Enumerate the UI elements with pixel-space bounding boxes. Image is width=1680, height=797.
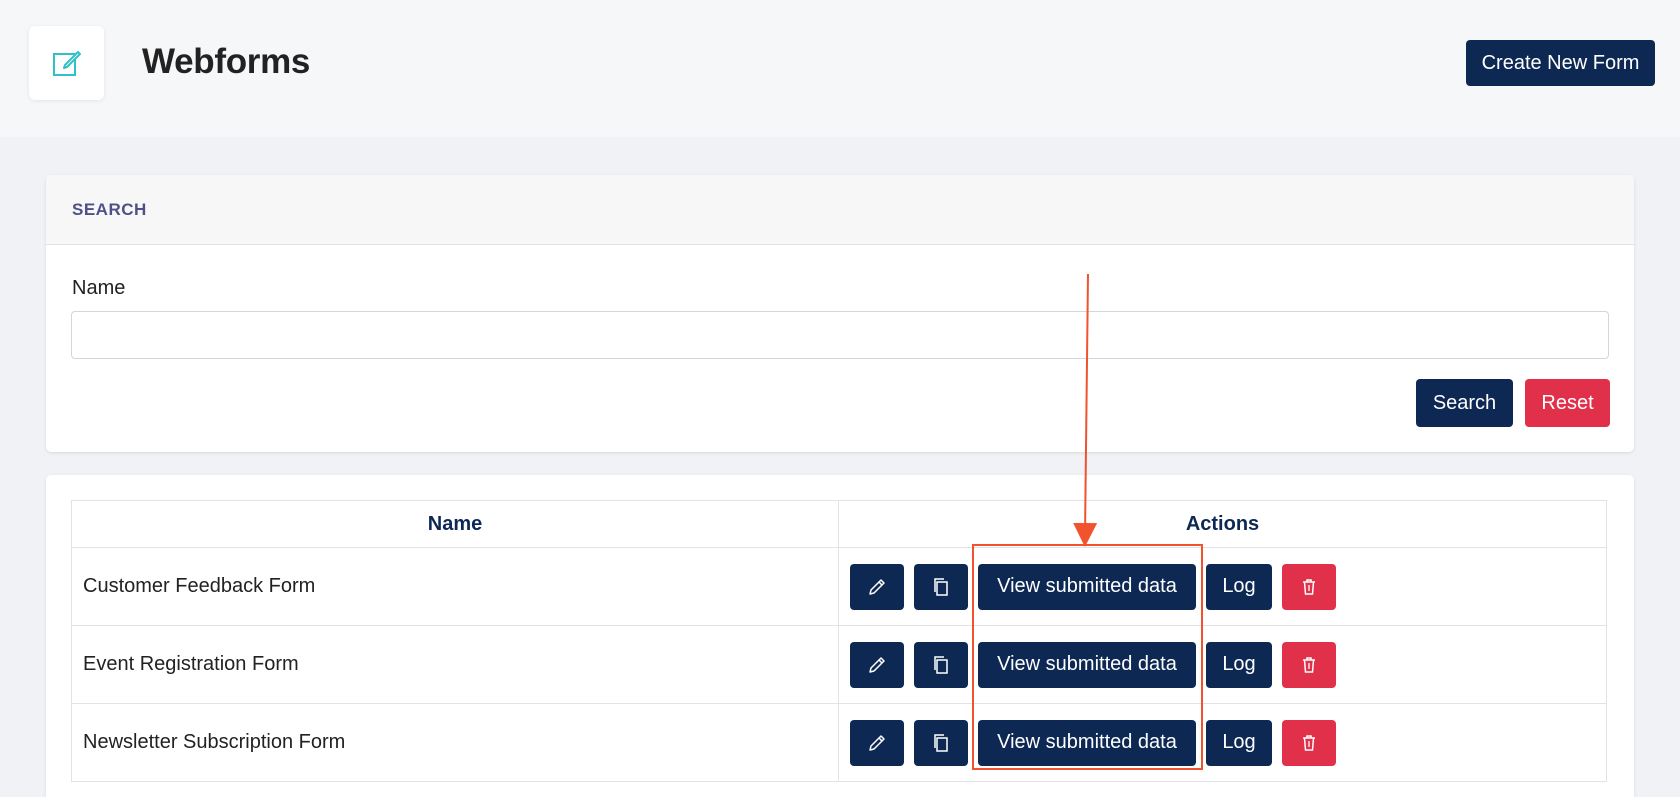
form-name-cell: Customer Feedback Form [71, 547, 839, 626]
reset-button[interactable]: Reset [1525, 379, 1610, 427]
trash-icon [1303, 656, 1315, 673]
actions-cell: View submitted data Log [838, 625, 1607, 704]
row-actions: View submitted data Log [850, 641, 1606, 688]
forms-table-card: Name Actions Customer Feedback Form View… [46, 475, 1634, 797]
edit-button[interactable] [850, 563, 904, 610]
table-row: Newsletter Subscription Form View submit… [71, 703, 1607, 782]
pencil-icon [869, 734, 885, 751]
page-header: Webforms Create New Form [0, 0, 1680, 137]
name-field-label: Name [72, 277, 126, 299]
delete-button[interactable] [1282, 641, 1336, 688]
view-submitted-data-button[interactable]: View submitted data [978, 563, 1196, 610]
search-section-title: SEARCH [72, 199, 147, 219]
table-row: Event Registration Form View submitted d… [71, 625, 1607, 704]
log-button[interactable]: Log [1206, 719, 1272, 766]
edit-button[interactable] [850, 719, 904, 766]
search-card: SEARCH Name Search Reset [46, 175, 1634, 452]
copy-icon [934, 733, 948, 752]
log-button[interactable]: Log [1206, 641, 1272, 688]
copy-icon [934, 655, 948, 674]
page-logo [29, 26, 104, 100]
copy-icon [934, 577, 948, 596]
form-name-cell: Newsletter Subscription Form [71, 703, 839, 782]
column-header-name: Name [71, 500, 839, 548]
column-header-actions: Actions [838, 500, 1607, 548]
webforms-page: Webforms Create New Form SEARCH Name Sea… [0, 0, 1680, 797]
delete-button[interactable] [1282, 563, 1336, 610]
row-actions: View submitted data Log [850, 719, 1606, 766]
duplicate-button[interactable] [914, 641, 968, 688]
table-header-row: Name Actions [71, 500, 1607, 548]
page-title: Webforms [142, 42, 311, 81]
row-actions: View submitted data Log [850, 563, 1606, 610]
trash-icon [1303, 578, 1315, 595]
name-search-input[interactable] [71, 311, 1609, 359]
actions-cell: View submitted data Log [838, 703, 1607, 782]
duplicate-button[interactable] [914, 719, 968, 766]
search-button[interactable]: Search [1416, 379, 1513, 427]
table-row: Customer Feedback Form View submitted da… [71, 547, 1607, 626]
trash-icon [1303, 734, 1315, 751]
actions-cell: View submitted data Log [838, 547, 1607, 626]
view-submitted-data-button[interactable]: View submitted data [978, 719, 1196, 766]
view-submitted-data-button[interactable]: View submitted data [978, 641, 1196, 688]
log-button[interactable]: Log [1206, 563, 1272, 610]
form-name-cell: Event Registration Form [71, 625, 839, 704]
duplicate-button[interactable] [914, 563, 968, 610]
search-card-header: SEARCH [46, 175, 1634, 245]
create-new-form-button[interactable]: Create New Form [1466, 40, 1655, 86]
pencil-icon [869, 578, 885, 595]
edit-button[interactable] [850, 641, 904, 688]
delete-button[interactable] [1282, 719, 1336, 766]
pencil-icon [869, 656, 885, 673]
forms-table: Name Actions Customer Feedback Form View… [71, 500, 1607, 782]
edit-form-icon [52, 51, 81, 76]
